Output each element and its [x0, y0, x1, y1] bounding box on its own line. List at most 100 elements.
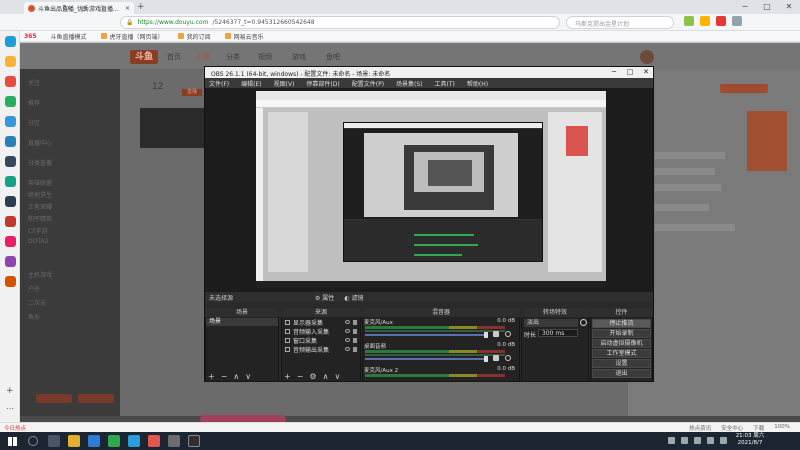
nav-category[interactable]: 分类	[226, 52, 240, 62]
list-item[interactable]	[655, 168, 715, 175]
minimize-button[interactable]: ─	[734, 0, 756, 14]
gear-icon[interactable]	[505, 355, 511, 361]
duration-input[interactable]: 300 ms	[538, 329, 578, 337]
obs-minimize-button[interactable]: ─	[606, 67, 622, 78]
menu-scene-collection[interactable]: 场景集(S)	[396, 79, 423, 88]
promo-banner[interactable]	[747, 111, 787, 171]
volume-slider[interactable]	[365, 358, 485, 360]
visibility-icon[interactable]	[345, 347, 350, 351]
obs-maximize-button[interactable]: □	[622, 67, 638, 78]
refresh-icon[interactable]: ↻	[60, 3, 72, 15]
menu-tools[interactable]: 工具(T)	[435, 79, 455, 88]
obs-icon[interactable]	[188, 435, 200, 447]
sidebar-item[interactable]: 关注	[28, 78, 40, 87]
list-item[interactable]	[655, 224, 735, 231]
back-icon[interactable]: ‹	[26, 3, 38, 15]
zoom-level[interactable]: 100%	[774, 424, 790, 432]
status-item[interactable]: 下载	[753, 424, 764, 432]
move-down-button[interactable]: ∨	[245, 372, 251, 381]
app-icon[interactable]	[5, 76, 16, 87]
avatar[interactable]	[640, 50, 654, 64]
studio-mode-button[interactable]: 工作室模式	[592, 349, 651, 358]
settings-button[interactable]: 设置	[592, 359, 651, 368]
address-bar[interactable]: 🔒 https://www.douyu.com/5246377_t=0.9453…	[120, 16, 560, 29]
filters-button[interactable]: ◐ 滤镜	[344, 293, 363, 302]
tray-icon[interactable]	[681, 437, 688, 444]
sidebar-item[interactable]: 二次元	[28, 298, 46, 307]
sidebar-item[interactable]: 户外	[28, 284, 40, 293]
gear-icon[interactable]	[580, 319, 587, 326]
search-input[interactable]: 马斯克提出金星计划	[566, 16, 674, 29]
gear-icon[interactable]	[505, 331, 511, 337]
maximize-button[interactable]: □	[756, 0, 778, 14]
speaker-icon[interactable]	[493, 331, 499, 337]
sidebar-item[interactable]: 推荐	[28, 98, 40, 107]
douyu-logo[interactable]: 斗鱼	[130, 50, 158, 64]
virtual-camera-button[interactable]: 启动虚拟摄像机	[592, 339, 651, 348]
pc-client-button[interactable]	[720, 84, 768, 93]
sidebar-item[interactable]: DOTA2	[28, 238, 48, 245]
nav-game[interactable]: 游戏	[292, 52, 306, 62]
menu-file[interactable]: 文件(F)	[209, 79, 229, 88]
app-icon[interactable]	[5, 236, 16, 247]
close-window-button[interactable]: ✕	[778, 0, 800, 14]
exit-button[interactable]: 退出	[592, 369, 651, 378]
app-icon[interactable]	[5, 56, 16, 67]
app-icon[interactable]	[5, 136, 16, 147]
menu-profile[interactable]: 配置文件(P)	[352, 79, 384, 88]
bookmark-item[interactable]: 网易云音乐	[224, 32, 264, 41]
transition-select[interactable]: 淡出	[524, 319, 578, 327]
sidebar-item[interactable]: 绝地求生	[28, 190, 52, 199]
lock-icon[interactable]	[353, 337, 357, 343]
list-item[interactable]	[655, 184, 721, 191]
extension-icon[interactable]	[700, 16, 710, 26]
app-icon[interactable]	[5, 176, 16, 187]
taskbar-clock[interactable]: 21:03 周六 2021/8/7	[732, 433, 768, 447]
source-item[interactable]: 音频输出采集	[283, 345, 359, 354]
ime-icon[interactable]	[720, 437, 727, 444]
obs-close-button[interactable]: ✕	[638, 67, 654, 78]
app-icon[interactable]	[5, 276, 16, 287]
nav-video[interactable]: 视频	[258, 52, 272, 62]
source-item[interactable]: 窗口采集	[283, 336, 359, 345]
volume-slider[interactable]	[365, 334, 485, 336]
task-view-icon[interactable]	[48, 435, 60, 447]
volume-icon[interactable]	[707, 437, 714, 444]
move-down-button[interactable]: ∨	[334, 372, 340, 381]
move-up-button[interactable]: ∧	[233, 372, 239, 381]
sidebar-item[interactable]: 鱼乐	[28, 312, 40, 321]
edge-icon[interactable]	[88, 435, 100, 447]
menu-icon[interactable]	[732, 16, 742, 26]
app-icon[interactable]	[5, 216, 16, 227]
sidebar-item[interactable]: 王者荣耀	[28, 202, 52, 211]
visibility-icon[interactable]	[345, 338, 350, 342]
nav-live[interactable]: 直播	[196, 52, 210, 62]
add-scene-button[interactable]: +	[208, 372, 215, 381]
streamer-card[interactable]	[140, 108, 206, 148]
add-source-button[interactable]: +	[284, 372, 291, 381]
nav-home[interactable]: 首页	[167, 52, 181, 62]
sidebar-item[interactable]: CF手游	[28, 226, 48, 235]
move-up-button[interactable]: ∧	[323, 372, 329, 381]
source-settings-icon[interactable]: ⚙	[309, 372, 316, 381]
status-item[interactable]: 安全中心	[721, 424, 743, 432]
sidebar-button[interactable]	[36, 394, 72, 403]
sidebar-item[interactable]: 主机游戏	[28, 270, 52, 279]
app-icon[interactable]	[128, 435, 140, 447]
add-app-icon[interactable]: +	[6, 386, 14, 396]
sidebar-item[interactable]: 和平精英	[28, 214, 52, 223]
app-icon[interactable]	[5, 96, 16, 107]
menu-edit[interactable]: 编辑(E)	[241, 79, 261, 88]
visibility-icon[interactable]	[345, 329, 350, 333]
remove-scene-button[interactable]: −	[221, 372, 228, 381]
browser-360-icon[interactable]	[108, 435, 120, 447]
status-item[interactable]: 热点资讯	[689, 424, 711, 432]
sidebar-button[interactable]	[78, 394, 114, 403]
properties-button[interactable]: ⚙ 属性	[315, 293, 334, 302]
search-icon[interactable]	[28, 436, 38, 446]
list-item[interactable]	[655, 152, 725, 159]
source-item[interactable]: 显示器采集	[283, 318, 359, 327]
remove-source-button[interactable]: −	[297, 372, 304, 381]
scene-item[interactable]: 场景	[206, 318, 278, 326]
sidebar-item[interactable]: 分区	[28, 118, 40, 127]
